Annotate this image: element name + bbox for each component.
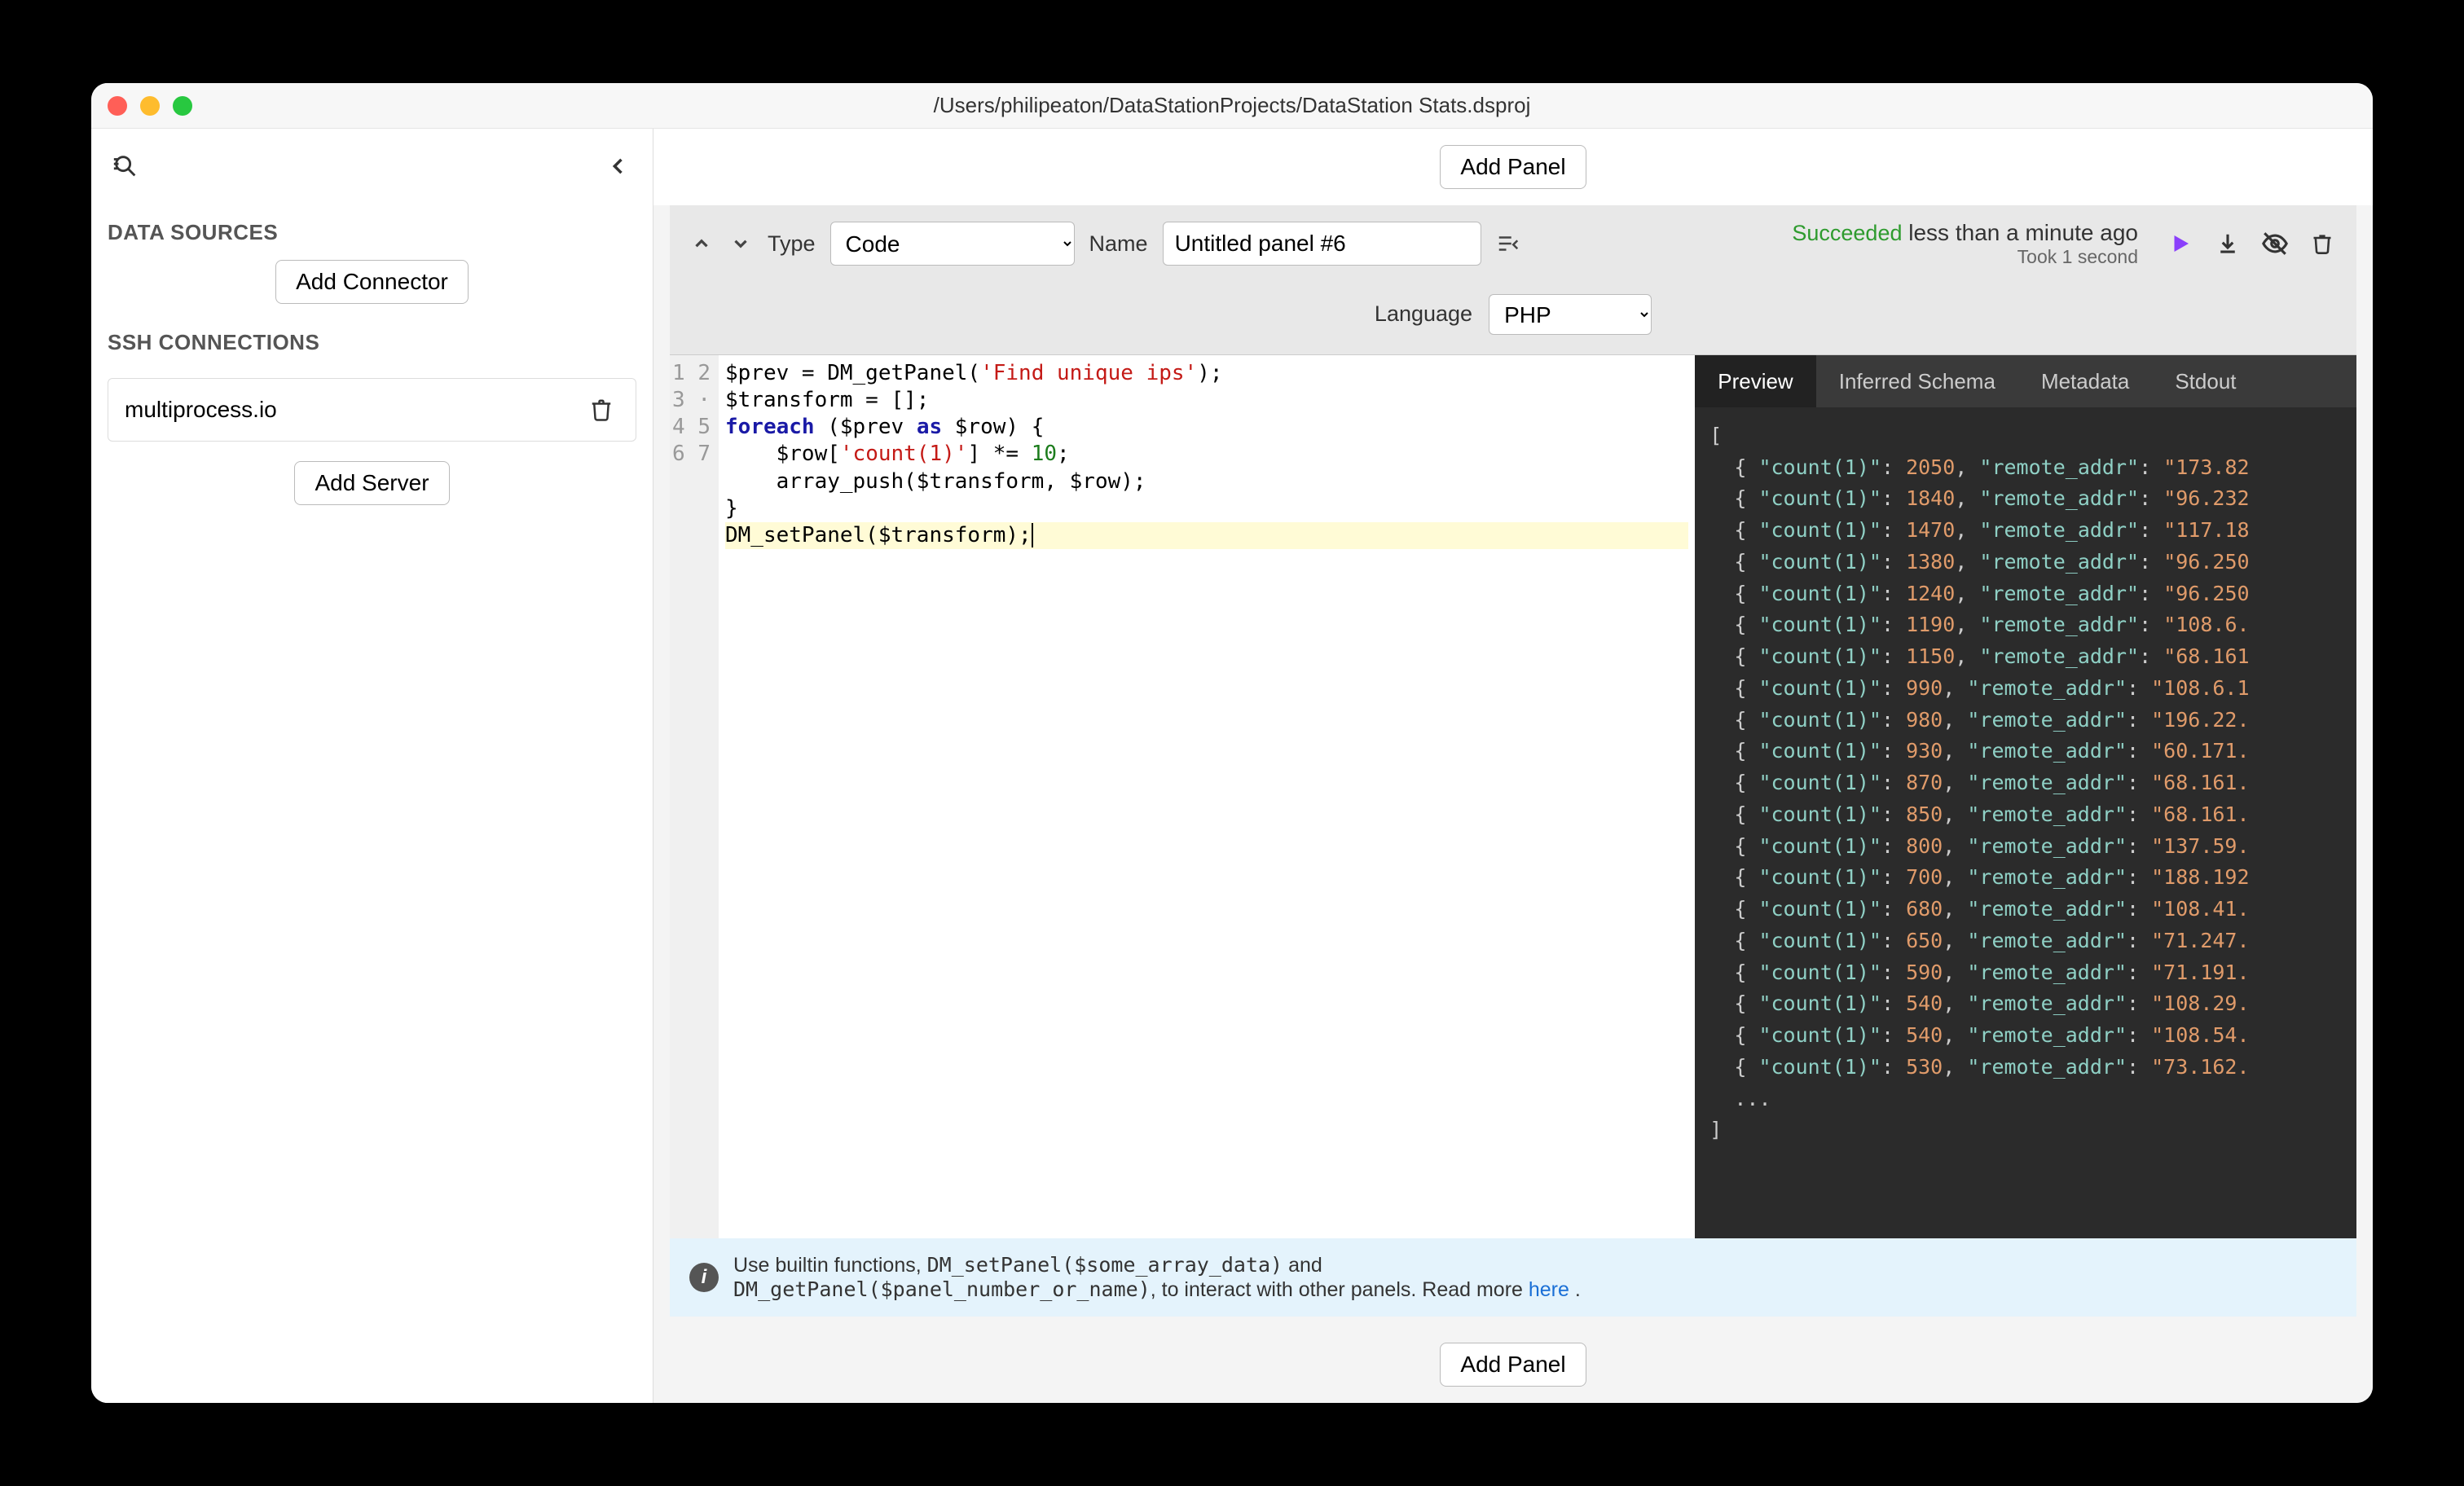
- hint-link[interactable]: here: [1529, 1278, 1569, 1301]
- window-controls: [108, 96, 192, 116]
- preview-tabs: PreviewInferred SchemaMetadataStdout: [1695, 355, 2356, 407]
- tab-metadata[interactable]: Metadata: [2018, 355, 2152, 407]
- minimize-window-icon[interactable]: [140, 96, 160, 116]
- panel-name-input[interactable]: [1163, 222, 1481, 266]
- window-title: /Users/philipeaton/DataStationProjects/D…: [91, 93, 2373, 118]
- add-panel-button-bottom[interactable]: Add Panel: [1440, 1343, 1586, 1387]
- panel: Type Code Name Succeeded less than a min…: [670, 205, 2356, 1317]
- collapse-sidebar-icon[interactable]: [601, 148, 636, 184]
- ssh-connection-label: multiprocess.io: [125, 397, 277, 423]
- titlebar: /Users/philipeaton/DataStationProjects/D…: [91, 83, 2373, 129]
- format-icon[interactable]: [1496, 231, 1520, 256]
- tab-stdout[interactable]: Stdout: [2152, 355, 2259, 407]
- language-label: Language: [1375, 301, 1472, 327]
- play-icon[interactable]: [2166, 229, 2195, 258]
- tab-preview[interactable]: Preview: [1695, 355, 1815, 407]
- language-select[interactable]: PHP: [1489, 294, 1652, 335]
- preview-panel: PreviewInferred SchemaMetadataStdout [ {…: [1695, 355, 2356, 1238]
- panel-header: Type Code Name Succeeded less than a min…: [670, 205, 2356, 283]
- add-server-button[interactable]: Add Server: [294, 461, 449, 505]
- name-label: Name: [1089, 231, 1148, 257]
- app-window: /Users/philipeaton/DataStationProjects/D…: [91, 83, 2373, 1403]
- download-icon[interactable]: [2213, 229, 2242, 258]
- panel-subheader: Language PHP: [670, 283, 2356, 354]
- chevron-down-icon[interactable]: [728, 231, 753, 256]
- trash-icon[interactable]: [583, 392, 619, 428]
- main-area: Add Panel Type Code Name: [653, 129, 2373, 1403]
- tab-inferred-schema[interactable]: Inferred Schema: [1816, 355, 2018, 407]
- type-select[interactable]: Code: [830, 222, 1075, 266]
- info-icon: i: [689, 1263, 719, 1292]
- search-icon[interactable]: [108, 148, 143, 184]
- chevron-up-icon[interactable]: [689, 231, 714, 256]
- add-connector-button[interactable]: Add Connector: [275, 260, 469, 304]
- data-sources-heading: DATA SOURCES: [108, 220, 636, 245]
- add-panel-button-top[interactable]: Add Panel: [1440, 145, 1586, 189]
- zoom-window-icon[interactable]: [173, 96, 192, 116]
- panel-status: Succeeded less than a minute ago Took 1 …: [1792, 220, 2138, 268]
- ssh-connections-heading: SSH CONNECTIONS: [108, 330, 636, 355]
- hint-bar: i Use builtin functions, DM_setPanel($so…: [670, 1238, 2356, 1317]
- preview-body: [ { "count(1)": 2050, "remote_addr": "17…: [1695, 407, 2356, 1238]
- close-window-icon[interactable]: [108, 96, 127, 116]
- hide-icon[interactable]: [2260, 229, 2290, 258]
- ssh-connection-item[interactable]: multiprocess.io: [108, 378, 636, 442]
- trash-icon[interactable]: [2308, 229, 2337, 258]
- code-editor[interactable]: 1 2 3 · 4 5 6 7 $prev = DM_getPanel('Fin…: [670, 355, 1695, 1238]
- sidebar: DATA SOURCES Add Connector SSH CONNECTIO…: [91, 129, 653, 1403]
- type-label: Type: [768, 231, 816, 257]
